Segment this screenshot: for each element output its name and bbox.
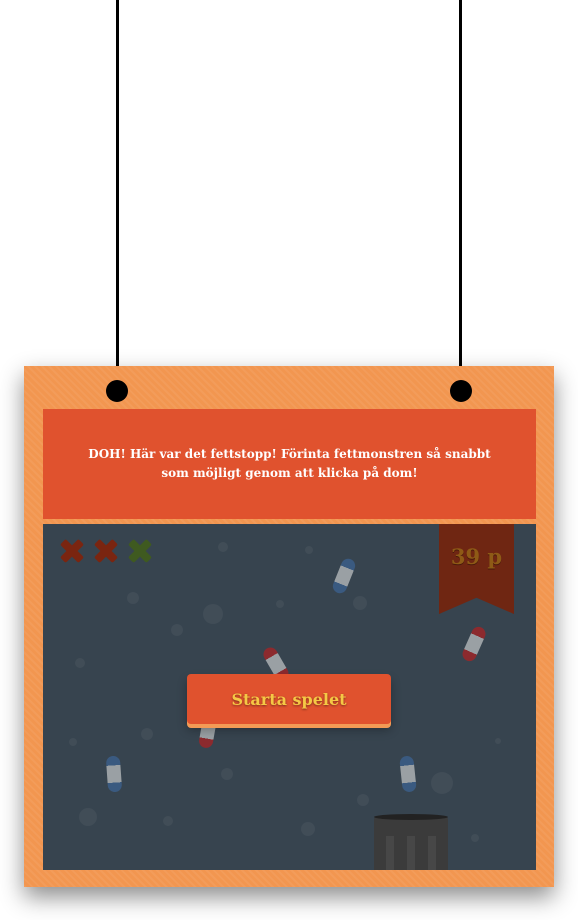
background-bubble — [471, 834, 479, 842]
background-bubble — [353, 596, 367, 610]
pill-icon[interactable] — [330, 556, 358, 596]
score-value: 39 p — [450, 544, 503, 569]
background-bubble — [75, 658, 85, 668]
background-bubble — [171, 624, 183, 636]
background-bubble — [79, 808, 97, 826]
lives-indicator — [55, 534, 157, 568]
bin-stripe — [386, 836, 394, 870]
pill-icon[interactable] — [460, 624, 488, 664]
hanging-string-left — [116, 0, 119, 392]
x-mark-icon — [89, 534, 123, 568]
x-mark-icon — [55, 534, 89, 568]
background-bubble — [69, 738, 77, 746]
background-bubble — [495, 738, 501, 744]
background-bubble — [141, 728, 153, 740]
game-area[interactable]: 39 p Starta spelet — [43, 524, 536, 870]
bin-stripe — [428, 836, 436, 870]
game-board: DOH! Här var det fettstopp! Förinta fett… — [24, 366, 554, 887]
pill-icon[interactable] — [399, 755, 417, 793]
pin-left — [106, 380, 128, 402]
pin-right — [450, 380, 472, 402]
score-ribbon — [439, 524, 514, 614]
background-bubble — [163, 816, 173, 826]
background-bubble — [218, 542, 228, 552]
background-bubble — [221, 768, 233, 780]
background-bubble — [276, 600, 284, 608]
background-bubble — [301, 822, 315, 836]
start-game-button[interactable]: Starta spelet — [187, 674, 391, 724]
trash-bin-lid — [374, 814, 448, 820]
background-bubble — [357, 794, 369, 806]
trash-bin-icon — [374, 816, 448, 870]
background-bubble — [127, 592, 139, 604]
background-bubble — [203, 604, 223, 624]
x-mark-icon — [123, 534, 157, 568]
instructions-banner: DOH! Här var det fettstopp! Förinta fett… — [43, 409, 536, 519]
background-bubble — [305, 546, 313, 554]
bin-stripe — [407, 836, 415, 870]
instructions-text: DOH! Här var det fettstopp! Förinta fett… — [88, 447, 491, 480]
background-bubble — [431, 772, 453, 794]
hanging-string-right — [459, 0, 462, 392]
pill-icon[interactable] — [105, 755, 123, 793]
